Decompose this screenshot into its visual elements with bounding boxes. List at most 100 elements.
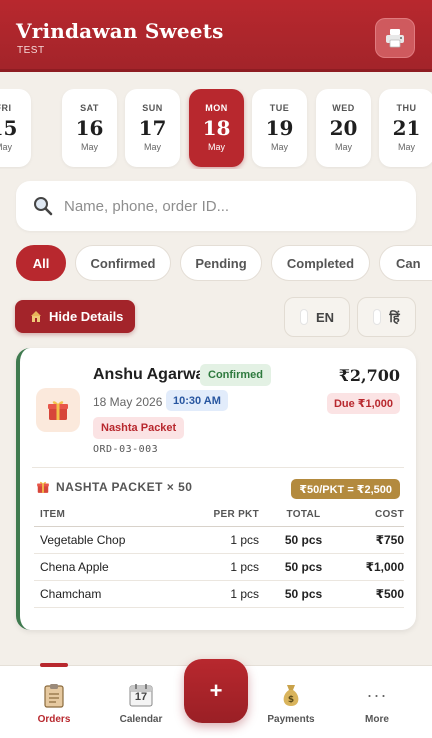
add-order-button[interactable]: + [184, 659, 248, 723]
nav-calendar-label: Calendar [119, 714, 163, 725]
date-card-17[interactable]: SUN 17 May [125, 89, 180, 167]
order-id: ORD-03-003 [93, 444, 159, 455]
language-hi-button[interactable]: हिं [357, 297, 416, 337]
status-filter-bar: All Confirmed Pending Completed Can [0, 245, 432, 283]
date-day: 21 [392, 116, 421, 140]
packet-price-badge: ₹50/PKT = ₹2,500 [291, 479, 400, 499]
order-date: 18 May 2026 [93, 395, 163, 409]
filter-chip-cancelled[interactable]: Can [379, 245, 432, 281]
toggle-indicator [373, 309, 382, 325]
date-day: 15 [0, 116, 18, 140]
toggle-indicator [299, 309, 308, 325]
item-name: Vegetable Chop [34, 526, 184, 554]
col-per-pkt: PER PKT [184, 504, 259, 527]
date-dow: TUE [269, 103, 290, 113]
more-icon: ··· [366, 684, 388, 705]
nav-calendar[interactable]: 17 Calendar [101, 666, 181, 738]
nav-more[interactable]: ··· More [337, 666, 417, 738]
items-header-row: ITEM PER PKT TOTAL COST [34, 504, 404, 527]
clipboard-icon [42, 681, 66, 709]
time-badge: 10:30 AM [166, 390, 228, 411]
table-row: Vegetable Chop 1 pcs 50 pcs ₹750 [34, 526, 404, 554]
customer-name: Anshu Agarwal [93, 366, 209, 383]
item-total: 50 pcs [259, 553, 334, 581]
filter-chip-completed[interactable]: Completed [271, 245, 370, 281]
order-type-badge: Nashta Packet [93, 417, 185, 439]
date-day: 20 [329, 116, 358, 140]
packet-title: NASHTA PACKET × 50 [56, 480, 193, 494]
filter-chip-pending[interactable]: Pending [180, 245, 262, 281]
date-month: May [334, 142, 352, 152]
language-en-label: EN [315, 309, 335, 325]
active-indicator [40, 663, 68, 667]
card-divider [32, 467, 404, 468]
table-row: Chamcham 1 pcs 50 pcs ₹500 [34, 580, 404, 608]
date-day: 17 [138, 116, 167, 140]
date-month: May [143, 142, 161, 152]
date-dow: FRI [0, 103, 12, 113]
col-cost: COST [334, 504, 404, 527]
app-header: Vrindawan Sweets TEST [0, 0, 432, 72]
printer-icon [384, 27, 406, 49]
date-month: May [0, 142, 12, 152]
due-badge: Due ₹1,000 [326, 393, 400, 414]
item-per-pkt: 1 pcs [184, 553, 259, 581]
item-cost: ₹750 [334, 526, 404, 554]
item-name: Chena Apple [34, 553, 184, 581]
nav-orders[interactable]: Orders [14, 663, 94, 738]
date-card-16[interactable]: SAT 16 May [62, 89, 117, 167]
packet-header: NASHTA PACKET × 50 [36, 480, 192, 494]
gift-icon [36, 388, 80, 432]
date-day: 16 [75, 116, 104, 140]
status-badge: Confirmed [200, 364, 271, 386]
item-cost: ₹500 [334, 580, 404, 608]
hide-details-button[interactable]: Hide Details [15, 300, 135, 333]
mandir-icon [29, 310, 43, 324]
date-card-20[interactable]: WED 20 May [316, 89, 371, 167]
date-month: May [397, 142, 415, 152]
item-total: 50 pcs [259, 526, 334, 554]
col-total: TOTAL [259, 504, 334, 527]
search-bar [16, 181, 416, 231]
gift-small-icon [36, 480, 50, 494]
date-card-15[interactable]: FRI 15 May [0, 89, 31, 167]
language-en-button[interactable]: EN [284, 297, 350, 337]
filter-chip-all[interactable]: All [16, 245, 66, 281]
nav-payments[interactable]: $ Payments [251, 666, 331, 738]
item-name: Chamcham [34, 580, 184, 608]
date-day: 19 [265, 116, 294, 140]
date-dow: THU [396, 103, 417, 113]
col-item: ITEM [34, 504, 184, 527]
date-card-18-selected[interactable]: MON 18 May [189, 89, 244, 167]
search-input[interactable] [64, 181, 404, 231]
date-month: May [80, 142, 98, 152]
date-dow: MON [205, 103, 228, 113]
item-cost: ₹1,000 [334, 553, 404, 581]
table-row: Chena Apple 1 pcs 50 pcs ₹1,000 [34, 553, 404, 581]
money-bag-icon: $ [279, 681, 303, 709]
calendar-icon: 17 [128, 681, 154, 709]
language-hi-label: हिं [389, 310, 400, 325]
order-card[interactable]: Anshu Agarwal Confirmed ₹2,700 18 May 20… [16, 348, 416, 630]
calendar-day-number: 17 [134, 691, 148, 703]
nav-orders-label: Orders [37, 714, 71, 725]
date-day: 18 [202, 116, 231, 140]
date-month: May [207, 142, 225, 152]
app-subtitle: TEST [17, 45, 45, 56]
svg-text:$: $ [288, 695, 294, 705]
filter-chip-confirmed[interactable]: Confirmed [75, 245, 171, 281]
nav-more-label: More [365, 714, 389, 725]
date-card-21[interactable]: THU 21 May [379, 89, 432, 167]
date-card-19[interactable]: TUE 19 May [252, 89, 307, 167]
date-dow: WED [332, 103, 355, 113]
print-button[interactable] [375, 18, 415, 58]
item-per-pkt: 1 pcs [184, 580, 259, 608]
item-total: 50 pcs [259, 580, 334, 608]
items-table: ITEM PER PKT TOTAL COST Vegetable Chop 1… [34, 504, 404, 608]
date-dow: SAT [80, 103, 99, 113]
app-title: Vrindawan Sweets [16, 19, 224, 43]
nav-payments-label: Payments [267, 714, 315, 725]
search-icon [32, 195, 54, 222]
item-per-pkt: 1 pcs [184, 526, 259, 554]
date-strip: FRI 15 May SAT 16 May SUN 17 May MON 18 … [0, 89, 432, 169]
